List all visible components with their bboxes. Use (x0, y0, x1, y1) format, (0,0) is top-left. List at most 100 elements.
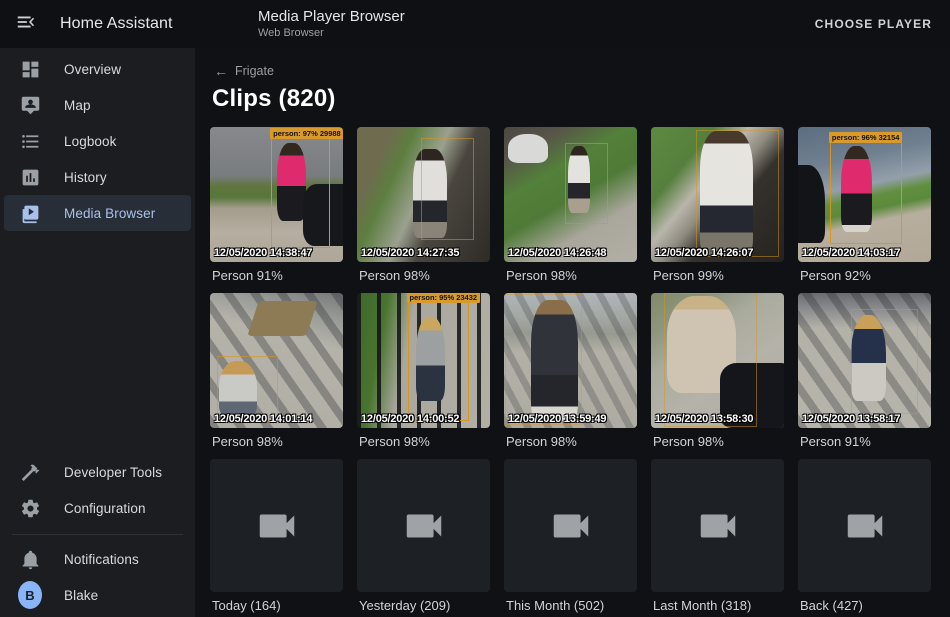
sidebar-item-map[interactable]: Map (4, 87, 191, 123)
sidebar-item-overview[interactable]: Overview (4, 51, 191, 87)
clip-label: Person 98% (357, 434, 490, 450)
clip-label: Person 98% (504, 268, 637, 284)
clip-thumbnail: person: 96% 32154 12/05/2020 14:03:17 (798, 127, 931, 262)
clip-label: Person 99% (651, 268, 784, 284)
clip-thumbnail: person: 97% 2998812/05/2020 14:38:47 (210, 127, 343, 262)
hammer-icon (18, 460, 42, 484)
sidebar-item-label: Notifications (64, 552, 139, 567)
clip-label: Person 91% (798, 434, 931, 450)
clip-timestamp: 12/05/2020 14:26:48 (508, 247, 636, 259)
detection-bbox: person: 97% 29988 (271, 138, 330, 249)
clip-card[interactable]: 12/05/2020 14:26:07 Person 99% (651, 127, 784, 284)
detection-bbox-label: person: 96% 32154 (829, 132, 903, 143)
folder-thumbnail (357, 459, 490, 592)
folder-card[interactable]: Today (164) (210, 459, 343, 614)
sidebar-item-label: History (64, 170, 107, 185)
clip-card[interactable]: 12/05/2020 14:01:14 Person 98% (210, 293, 343, 450)
folder-label: Today (164) (210, 598, 343, 614)
detection-bbox (217, 356, 278, 421)
user-name: Blake (64, 588, 98, 603)
clip-card[interactable]: 12/05/2020 13:58:30 Person 98% (651, 293, 784, 450)
detection-bbox-label: person: 95% 23432 (407, 293, 481, 303)
folder-card[interactable]: Back (427) (798, 459, 931, 614)
folder-label: Yesterday (209) (357, 598, 490, 614)
sidebar-item-label: Media Browser (64, 206, 155, 221)
clip-thumbnail: 12/05/2020 13:59:49 (504, 293, 637, 428)
list-bulleted-icon (18, 129, 42, 153)
clip-timestamp: 12/05/2020 13:59:49 (508, 413, 636, 425)
clip-card[interactable]: 12/05/2020 14:26:48 Person 98% (504, 127, 637, 284)
detection-bbox (696, 130, 778, 257)
clip-timestamp: 12/05/2020 14:38:47 (214, 247, 342, 259)
sidebar-item-media-browser[interactable]: Media Browser (4, 195, 191, 231)
folder-card[interactable]: Last Month (318) (651, 459, 784, 614)
clip-label: Person 98% (357, 268, 490, 284)
sidebar-divider (12, 534, 183, 535)
detection-bbox-label: person: 97% 29988 (270, 128, 343, 139)
breadcrumb-label: Frigate (235, 64, 274, 78)
avatar: B (18, 581, 42, 609)
folder-card[interactable]: This Month (502) (504, 459, 637, 614)
menu-open-icon (15, 11, 37, 38)
video-camera-icon (842, 503, 888, 549)
clip-label: Person 98% (651, 434, 784, 450)
clip-card[interactable]: person: 96% 3215412/05/2020 14:03:17Pers… (798, 127, 931, 284)
play-box-multiple-icon (18, 201, 42, 225)
clip-thumbnail: 12/05/2020 14:27:35 (357, 127, 490, 262)
clip-timestamp: 12/05/2020 14:26:07 (655, 247, 783, 259)
sidebar-item-configuration[interactable]: Configuration (4, 490, 191, 526)
folder-thumbnail (504, 459, 637, 592)
clip-card[interactable]: person: 97% 2998812/05/2020 14:38:47Pers… (210, 127, 343, 284)
clip-thumbnail: 12/05/2020 14:01:14 (210, 293, 343, 428)
detection-bbox (565, 143, 608, 224)
video-camera-icon (401, 503, 447, 549)
choose-player-button[interactable]: CHOOSE PLAYER (815, 17, 932, 31)
clip-card[interactable]: 12/05/2020 14:27:35 Person 98% (357, 127, 490, 284)
sidebar-item-history[interactable]: History (4, 159, 191, 195)
breadcrumb-back[interactable]: ← Frigate (210, 64, 935, 78)
view-dashboard-icon (18, 57, 42, 81)
map-bubble-icon (18, 93, 42, 117)
clip-thumbnail: 12/05/2020 13:58:30 (651, 293, 784, 428)
clip-timestamp: 12/05/2020 14:03:17 (802, 247, 930, 259)
sidebar-item-developer-tools[interactable]: Developer Tools (4, 454, 191, 490)
clip-timestamp: 12/05/2020 14:27:35 (361, 247, 489, 259)
bell-icon (18, 547, 42, 571)
clip-timestamp: 12/05/2020 14:00:52 (361, 413, 489, 425)
sidebar-item-notifications[interactable]: Notifications (4, 541, 191, 577)
app-header: Home Assistant Media Player Browser Web … (0, 0, 950, 48)
clip-card[interactable]: 12/05/2020 13:59:49Person 98% (504, 293, 637, 450)
sidebar-item-label: Developer Tools (64, 465, 162, 480)
sidebar-item-label: Map (64, 98, 91, 113)
folder-label: Last Month (318) (651, 598, 784, 614)
video-camera-icon (254, 503, 300, 549)
sidebar: Overview Map Logbook History Media Brows (0, 48, 195, 617)
folder-label: Back (427) (798, 598, 931, 614)
clip-label: Person 98% (210, 434, 343, 450)
detection-bbox: person: 96% 32154 (830, 142, 902, 245)
clip-thumbnail: person: 95% 2343212/05/2020 14:00:52 (357, 293, 490, 428)
clip-card[interactable]: 12/05/2020 13:58:17Person 91% (798, 293, 931, 450)
sidebar-item-label: Configuration (64, 501, 146, 516)
panel-title: Media Player Browser (258, 8, 405, 27)
folder-thumbnail (651, 459, 784, 592)
media-grid: person: 97% 2998812/05/2020 14:38:47Pers… (210, 127, 935, 614)
sidebar-item-logbook[interactable]: Logbook (4, 123, 191, 159)
detection-bbox: person: 95% 23432 (408, 302, 469, 421)
video-camera-icon (548, 503, 594, 549)
panel-subtitle: Web Browser (258, 27, 405, 41)
back-arrow-icon: ← (214, 64, 228, 78)
clip-card[interactable]: person: 95% 2343212/05/2020 14:00:52Pers… (357, 293, 490, 450)
detection-bbox (851, 309, 918, 414)
chart-box-icon (18, 165, 42, 189)
media-browser-panel: ← Frigate Clips (820) person: 97% 299881… (195, 48, 950, 617)
clip-thumbnail: 12/05/2020 14:26:07 (651, 127, 784, 262)
clip-timestamp: 12/05/2020 14:01:14 (214, 413, 342, 425)
clip-timestamp: 12/05/2020 13:58:30 (655, 413, 783, 425)
sidebar-item-user[interactable]: B Blake (4, 577, 191, 613)
folder-card[interactable]: Yesterday (209) (357, 459, 490, 614)
folder-label: This Month (502) (504, 598, 637, 614)
clip-label: Person 91% (210, 268, 343, 284)
sidebar-item-label: Logbook (64, 134, 117, 149)
sidebar-toggle-button[interactable] (2, 0, 50, 48)
